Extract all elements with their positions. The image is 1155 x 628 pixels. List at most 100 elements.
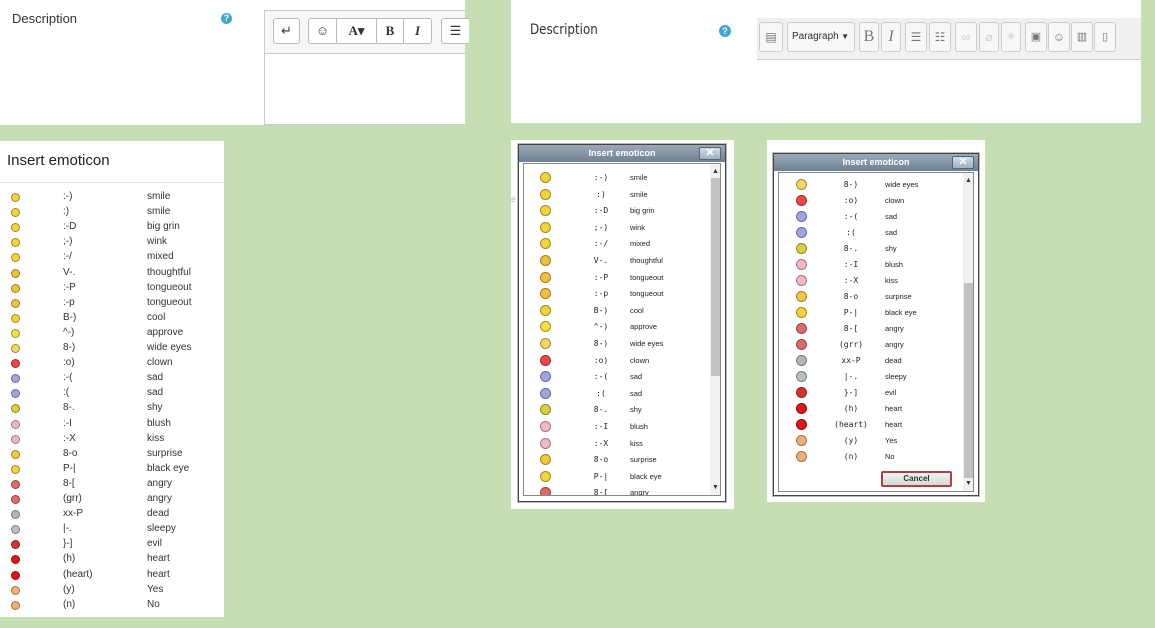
close-icon[interactable]: ✕: [952, 156, 974, 169]
emoticon-row[interactable]: 8-. shy: [524, 402, 708, 418]
emoticon-row[interactable]: :-p tongueout: [524, 286, 708, 302]
emoticon-row[interactable]: (h) heart: [779, 401, 961, 417]
bullet-list-icon[interactable]: ☰: [905, 22, 927, 52]
emoticon-icon[interactable]: ☺: [309, 19, 337, 43]
emoticon-row[interactable]: 8-. shy: [0, 401, 224, 416]
emoticon-row[interactable]: V-. thoughtful: [0, 266, 224, 281]
numbered-list-icon[interactable]: ☷: [929, 22, 951, 52]
image-icon[interactable]: ▣: [1025, 22, 1047, 52]
emoticon-row[interactable]: P-| black eye: [524, 469, 708, 485]
unlink-icon[interactable]: ⌀: [979, 22, 999, 52]
emoticon-row[interactable]: :-/ mixed: [0, 250, 224, 265]
emoticon-row[interactable]: B-) cool: [524, 303, 708, 319]
scroll-up-icon[interactable]: ▲: [712, 168, 719, 176]
help-icon[interactable]: ?: [221, 13, 232, 24]
scroll-down-icon[interactable]: ▼: [712, 484, 719, 492]
emoticon-row[interactable]: :(sad: [0, 386, 224, 401]
emoticon-row[interactable]: :-I blush: [0, 417, 224, 432]
italic-button[interactable]: I: [881, 22, 901, 52]
emoticon-row[interactable]: (y) Yes: [779, 433, 961, 449]
emoticon-row[interactable]: ;-) wink: [524, 220, 708, 236]
emoticon-row[interactable]: :o) clown: [779, 193, 961, 209]
emoticon-row[interactable]: |-. sleepy: [779, 369, 961, 385]
emoticon-row[interactable]: 8-[angry: [0, 477, 224, 492]
emoticon-row[interactable]: 8-) wide eyes: [524, 336, 708, 352]
emoticon-row[interactable]: :-P tongueout: [524, 270, 708, 286]
emoticon-row[interactable]: (grr) angry: [779, 337, 961, 353]
emoticon-row[interactable]: :) smile: [0, 205, 224, 220]
emoticon-row[interactable]: :) smile: [524, 187, 708, 203]
anchor-icon[interactable]: ✳: [1001, 22, 1021, 52]
emoticon-row[interactable]: ^-) approve: [0, 326, 224, 341]
emoticon-row[interactable]: ^-) approve: [524, 319, 708, 335]
emoticon-row[interactable]: (h) heart: [0, 552, 224, 567]
emoticon-row[interactable]: :-(sad: [524, 369, 708, 385]
emoticon-row[interactable]: 8-o surprise: [524, 452, 708, 468]
emoticon-row[interactable]: :-X kiss: [0, 432, 224, 447]
emoticon-row[interactable]: xx-P dead: [779, 353, 961, 369]
scrollbar[interactable]: ▲ ▼: [963, 173, 973, 491]
emoticon-row[interactable]: :-X kiss: [524, 436, 708, 452]
emoticon-row[interactable]: (heart) heart: [779, 417, 961, 433]
emoticon-row[interactable]: (grr) angry: [0, 492, 224, 507]
emoticon-row[interactable]: :(sad: [779, 225, 961, 241]
emoticon-row[interactable]: :-P tongueout: [0, 281, 224, 296]
emoticon-row[interactable]: (n) No: [0, 598, 224, 613]
media-icon[interactable]: ▥: [1071, 22, 1093, 52]
emoticon-row[interactable]: }-] evil: [779, 385, 961, 401]
scroll-thumb[interactable]: [964, 283, 973, 478]
emoticon-row[interactable]: (y) Yes: [0, 583, 224, 598]
scroll-up-icon[interactable]: ▲: [965, 177, 972, 185]
close-icon[interactable]: ✕: [699, 147, 721, 160]
emoticon-row[interactable]: B-) cool: [0, 311, 224, 326]
emoticon-row[interactable]: :-X kiss: [779, 273, 961, 289]
paragraph-select[interactable]: Paragraph ▼: [787, 22, 855, 52]
italic-button[interactable]: I: [404, 19, 431, 43]
emoticon-row[interactable]: :-I blush: [524, 419, 708, 435]
help-icon[interactable]: ?: [719, 25, 731, 37]
emoticon-row[interactable]: 8-o surprise: [779, 289, 961, 305]
emoticon-row[interactable]: 8-[angry: [524, 485, 708, 495]
editor-content-area[interactable]: [265, 55, 465, 124]
emoticon-row[interactable]: 8-. shy: [779, 241, 961, 257]
emoticon-row[interactable]: :-(sad: [0, 371, 224, 386]
emoticon-row[interactable]: :-I blush: [779, 257, 961, 273]
emoticon-row[interactable]: :o) clown: [0, 356, 224, 371]
emoticon-row[interactable]: :-D big grin: [0, 220, 224, 235]
emoticon-row[interactable]: 8-) wide eyes: [0, 341, 224, 356]
cancel-button[interactable]: Cancel: [881, 471, 952, 487]
emoticon-row[interactable]: 8-o surprise: [0, 447, 224, 462]
emoticon-icon[interactable]: ☺: [1048, 22, 1070, 52]
emoticon-row[interactable]: :-(sad: [779, 209, 961, 225]
emoticon-row[interactable]: :-) smile: [0, 190, 224, 205]
emoticon-row[interactable]: (n) No: [779, 449, 961, 465]
emoticon-row[interactable]: ;-) wink: [0, 235, 224, 250]
emoticon-row[interactable]: |-. sleepy: [0, 522, 224, 537]
bold-button[interactable]: B: [377, 19, 404, 43]
emoticon-row[interactable]: :-/ mixed: [524, 236, 708, 252]
emoticon-row[interactable]: }-] evil: [0, 537, 224, 552]
emoticon-row[interactable]: P-| black eye: [779, 305, 961, 321]
scroll-thumb[interactable]: [711, 178, 720, 376]
emoticon-row[interactable]: :-D big grin: [524, 203, 708, 219]
emoticon-row[interactable]: xx-P dead: [0, 507, 224, 522]
list-icon[interactable]: ☰: [441, 18, 469, 44]
emoticon-row[interactable]: 8-) wide eyes: [779, 177, 961, 193]
bold-button[interactable]: B: [859, 22, 879, 52]
emoticon-row[interactable]: V-. thoughtful: [524, 253, 708, 269]
emoticon-row[interactable]: :-p tongueout: [0, 296, 224, 311]
file-icon[interactable]: ▯: [1094, 22, 1116, 52]
font-style-button[interactable]: A▾: [337, 19, 377, 43]
redo-icon[interactable]: ↵: [273, 18, 300, 44]
emoticon-row[interactable]: 8-[angry: [779, 321, 961, 337]
emoticon-row[interactable]: :-) smile: [524, 170, 708, 186]
emoticon-icon: [540, 404, 551, 416]
link-icon[interactable]: ∞: [955, 22, 977, 52]
emoticon-row[interactable]: :(sad: [524, 386, 708, 402]
scrollbar[interactable]: ▲ ▼: [710, 164, 720, 495]
scroll-down-icon[interactable]: ▼: [965, 480, 972, 488]
toolbar-toggle-icon[interactable]: ▤: [759, 22, 783, 52]
emoticon-row[interactable]: :o) clown: [524, 353, 708, 369]
emoticon-row[interactable]: P-| black eye: [0, 462, 224, 477]
emoticon-row[interactable]: (heart) heart: [0, 568, 224, 583]
